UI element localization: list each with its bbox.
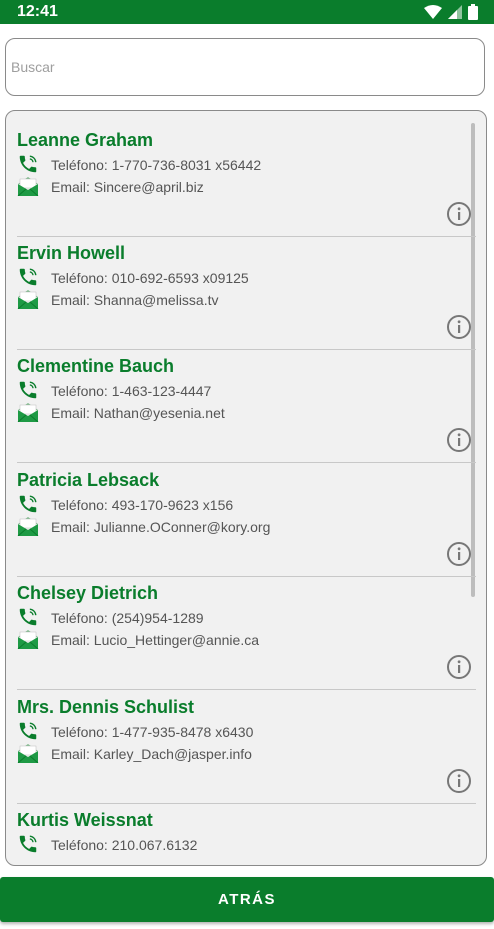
contact-name: Mrs. Dennis Schulist (17, 697, 195, 717)
list-item[interactable]: Mrs. Dennis Schulist Teléfono: 1-477-935… (6, 678, 476, 804)
contact-email: Email: Sincere@april.biz (51, 179, 204, 195)
search-box[interactable] (5, 38, 485, 96)
back-button[interactable]: ATRÁS (0, 877, 494, 922)
list-item[interactable]: Ervin Howell Teléfono: 010-692-6593 x091… (6, 224, 476, 350)
battery-icon (468, 4, 478, 20)
mail-icon (17, 403, 39, 422)
list-item[interactable]: Patricia Lebsack Teléfono: 493-170-9623 … (6, 451, 476, 577)
contact-email: Email: Karley_Dach@jasper.info (51, 746, 252, 762)
contact-name: Kurtis Weissnat (17, 810, 153, 830)
contact-phone: Teléfono: 1-477-935-8478 x6430 (51, 724, 254, 740)
status-bar: 12:41 (0, 0, 494, 24)
contact-name: Chelsey Dietrich (17, 583, 159, 603)
contact-name: Ervin Howell (17, 243, 126, 263)
search-input[interactable] (11, 59, 471, 75)
contact-email: Email: Shanna@melissa.tv (51, 292, 219, 308)
contact-name: Clementine Bauch (17, 356, 175, 376)
mail-icon (17, 517, 39, 536)
list-item[interactable]: Clementine Bauch Teléfono: 1-463-123-444… (6, 337, 476, 463)
list-item[interactable]: Leanne Graham Teléfono: 1-770-736-8031 x… (6, 111, 476, 237)
phone-icon (19, 722, 37, 740)
status-time: 12:41 (17, 3, 58, 20)
phone-icon (19, 268, 37, 286)
contact-phone: Teléfono: 010-692-6593 x09125 (51, 270, 249, 286)
contact-email: Email: Lucio_Hettinger@annie.ca (51, 632, 259, 648)
contact-email: Email: Nathan@yesenia.net (51, 405, 225, 421)
phone-icon (19, 835, 37, 853)
contact-phone: Teléfono: 210.067.6132 (51, 837, 198, 853)
phone-icon (19, 155, 37, 173)
mail-icon (17, 177, 39, 196)
wifi-icon (424, 5, 442, 19)
mail-icon (17, 630, 39, 649)
info-icon[interactable] (446, 654, 472, 680)
list-item[interactable]: Kurtis Weissnat Teléfono: 210.067.6132 (6, 791, 476, 865)
mail-icon (17, 744, 39, 763)
contact-phone: Teléfono: 1-463-123-4447 (51, 383, 212, 399)
contact-phone: Teléfono: 493-170-9623 x156 (51, 497, 234, 513)
signal-icon (448, 5, 462, 19)
contact-name: Patricia Lebsack (17, 470, 160, 490)
list-item[interactable]: Chelsey Dietrich Teléfono: (254)954-1289… (6, 564, 476, 690)
contact-phone: Teléfono: (254)954-1289 (51, 610, 204, 626)
phone-icon (19, 495, 37, 513)
contact-list[interactable]: Leanne Graham Teléfono: 1-770-736-8031 x… (5, 110, 487, 866)
phone-icon (19, 608, 37, 626)
phone-icon (19, 381, 37, 399)
contact-email: Email: Julianne.OConner@kory.org (51, 519, 271, 535)
contact-name: Leanne Graham (17, 130, 154, 150)
info-icon[interactable] (446, 427, 472, 453)
contact-phone: Teléfono: 1-770-736-8031 x56442 (51, 157, 262, 173)
mail-icon (17, 290, 39, 309)
status-icons (424, 4, 478, 20)
